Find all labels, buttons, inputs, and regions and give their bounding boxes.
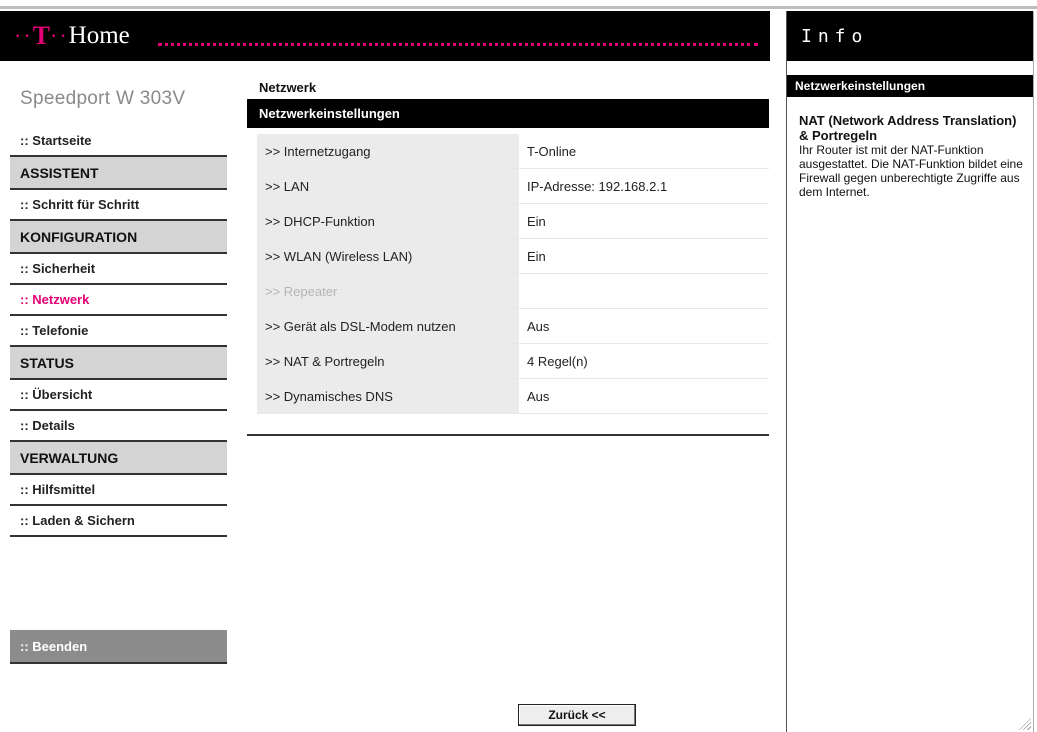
- sidebar-item-netzwerk[interactable]: :: Netzwerk: [10, 285, 227, 316]
- settings-row: >> Repeater: [257, 274, 769, 309]
- settings-value: Aus: [527, 318, 550, 334]
- settings-link[interactable]: >> LAN: [257, 169, 519, 203]
- settings-value: Ein: [527, 248, 546, 264]
- header-bar: ·· T ·· Home: [0, 11, 770, 61]
- sidebar-section-verwaltung: VERWALTUNG: [10, 442, 227, 475]
- settings-link[interactable]: >> WLAN (Wireless LAN): [257, 239, 519, 273]
- sidebar-item-hilfsmittel[interactable]: :: Hilfsmittel: [10, 475, 227, 506]
- sidebar-item-startseite[interactable]: :: Startseite: [10, 126, 227, 157]
- settings-value: Ein: [527, 213, 546, 229]
- sidebar-section-status: STATUS: [10, 347, 227, 380]
- settings-link[interactable]: >> DHCP-Funktion: [257, 204, 519, 238]
- settings-row: >> Gerät als DSL-Modem nutzen Aus: [257, 309, 769, 344]
- settings-row: >> LAN IP-Adresse: 192.168.2.1: [257, 169, 769, 204]
- info-panel: Info Netzwerkeinstellungen NAT (Network …: [786, 11, 1034, 732]
- header-dotted-line: [158, 43, 758, 46]
- settings-value: T-Online: [527, 143, 577, 159]
- settings-row: >> Internetzugang T-Online: [257, 134, 769, 169]
- sidebar-item-telefonie[interactable]: :: Telefonie: [10, 316, 227, 347]
- settings-value: 4 Regel(n): [527, 353, 588, 369]
- section-title: Netzwerkeinstellungen: [247, 99, 769, 128]
- sidebar-nav: :: Startseite ASSISTENT:: Schritt für Sch…: [10, 126, 227, 537]
- settings-row: >> DHCP-Funktion Ein: [257, 204, 769, 239]
- settings-value: IP-Adresse: 192.168.2.1: [527, 178, 668, 194]
- sidebar-section-konfiguration: KONFIGURATION: [10, 221, 227, 254]
- sidebar-item-laden-sichern[interactable]: :: Laden & Sichern: [10, 506, 227, 537]
- settings-table: >> Internetzugang T-Online >> LAN IP-Adress…: [257, 134, 769, 414]
- settings-link[interactable]: >> NAT & Portregeln: [257, 344, 519, 378]
- info-header: Info: [787, 11, 1033, 61]
- settings-value: [519, 274, 769, 308]
- sidebar-item-schritt-für-schritt[interactable]: :: Schritt für Schritt: [10, 190, 227, 221]
- device-name: Speedport W 303V: [20, 88, 186, 109]
- content-divider: [247, 434, 769, 436]
- settings-link: >> Repeater: [257, 274, 519, 308]
- logo-dots-left: ··: [14, 23, 33, 48]
- settings-row: >> Dynamisches DNS Aus: [257, 379, 769, 414]
- info-subheader: Netzwerkeinstellungen: [787, 75, 1033, 97]
- sidebar-item-sicherheit[interactable]: :: Sicherheit: [10, 254, 227, 285]
- resize-grip-icon[interactable]: [1019, 718, 1031, 730]
- settings-row: >> WLAN (Wireless LAN) Ein: [257, 239, 769, 274]
- sidebar-section-assistent: ASSISTENT: [10, 157, 227, 190]
- settings-row: >> NAT & Portregeln 4 Regel(n): [257, 344, 769, 379]
- sidebar-item-übersicht[interactable]: :: Übersicht: [10, 380, 227, 411]
- logout-button[interactable]: :: Beenden: [10, 630, 227, 664]
- info-text: Ihr Router ist mit der NAT-Funktion ausg…: [799, 143, 1023, 199]
- settings-link[interactable]: >> Gerät als DSL-Modem nutzen: [257, 309, 519, 343]
- settings-value: Aus: [527, 388, 550, 404]
- logo-dots-mid: ··: [50, 23, 69, 48]
- t-logo-icon: T: [32, 21, 50, 50]
- settings-link[interactable]: >> Dynamisches DNS: [257, 379, 519, 413]
- logo-text: Home: [68, 22, 130, 49]
- back-button[interactable]: Zurück <<: [518, 704, 636, 726]
- page-title: Netzwerk: [259, 80, 317, 95]
- settings-link[interactable]: >> Internetzugang: [257, 134, 519, 168]
- top-border: [0, 6, 1037, 9]
- t-home-logo: ·· T ·· Home: [14, 21, 130, 51]
- info-title: NAT (Network Address Translation) & Port…: [799, 113, 1017, 143]
- sidebar-item-details[interactable]: :: Details: [10, 411, 227, 442]
